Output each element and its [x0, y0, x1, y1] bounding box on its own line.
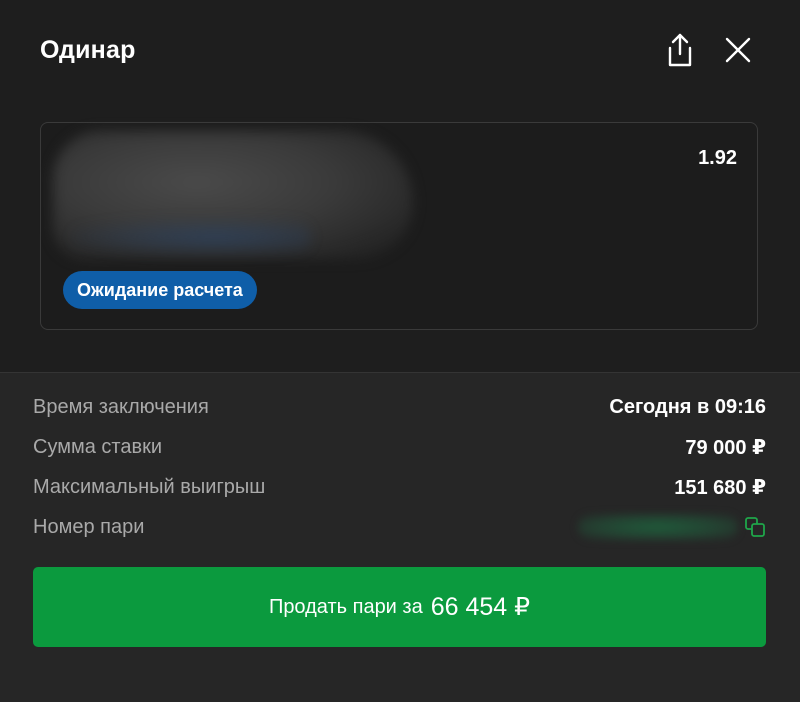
- info-label: Сумма ставки: [33, 435, 163, 458]
- share-button[interactable]: [660, 30, 700, 70]
- info-row-time: Время заключения Сегодня в 09:16: [33, 393, 766, 421]
- share-icon: [668, 33, 692, 67]
- info-row-bet-number: Номер пари: [33, 513, 766, 541]
- close-button[interactable]: [718, 30, 758, 70]
- sell-button-amount: 66 454 ₽: [430, 593, 531, 621]
- info-value: 79 000 ₽: [685, 436, 766, 459]
- info-label: Время заключения: [33, 395, 209, 418]
- bet-odds: 1.92: [698, 147, 737, 169]
- info-row-max-win: Максимальный выигрыш 151 680 ₽: [33, 473, 766, 501]
- modal-title: Одинар: [40, 36, 136, 64]
- sell-bet-button[interactable]: Продать пари за 66 454 ₽: [33, 567, 766, 647]
- bet-number-value: [578, 514, 766, 540]
- close-icon: [725, 37, 751, 63]
- sell-button-label: Продать пари за: [268, 595, 423, 618]
- modal-header-section: Одинар 1.92 Ожидание расчета: [0, 0, 800, 372]
- info-label: Номер пари: [33, 515, 145, 538]
- bet-card[interactable]: 1.92 Ожидание расчета: [40, 122, 758, 330]
- bet-details-modal: Одинар 1.92 Ожидание расчета Время заклю…: [0, 0, 800, 702]
- info-label: Максимальный выигрыш: [33, 475, 266, 498]
- info-row-stake: Сумма ставки 79 000 ₽: [33, 433, 766, 461]
- redacted-event-info-accent: [71, 219, 311, 255]
- info-value: 151 680 ₽: [674, 476, 766, 499]
- info-value: Сегодня в 09:16: [609, 395, 766, 418]
- copy-icon[interactable]: [744, 516, 766, 538]
- redacted-bet-number: [578, 514, 738, 540]
- status-badge: Ожидание расчета: [63, 271, 257, 309]
